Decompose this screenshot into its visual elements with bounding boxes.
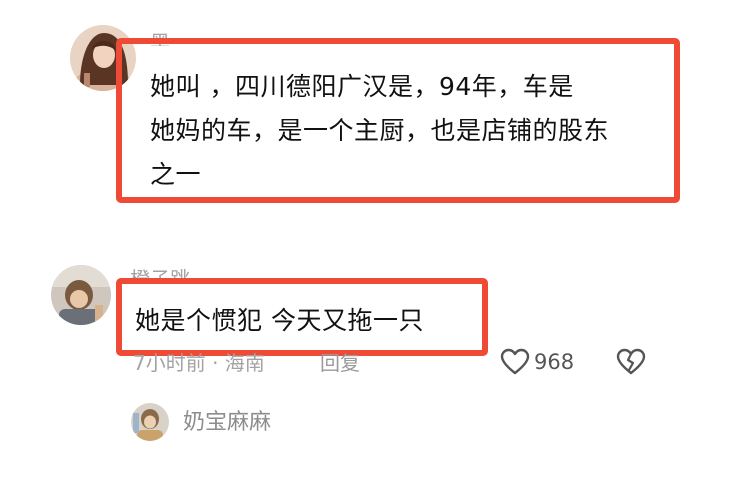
comment-meta-time-location: 7小时前 · 海南 — [133, 351, 265, 375]
heart-outline-icon — [500, 348, 530, 376]
reply-username[interactable]: 奶宝麻麻 — [183, 410, 271, 436]
dislike-button[interactable] — [616, 348, 646, 376]
highlight-box — [116, 278, 488, 356]
commenter-avatar[interactable] — [51, 265, 111, 325]
reply-user-avatar[interactable] — [131, 403, 169, 441]
like-button[interactable]: 968 — [500, 348, 574, 376]
like-count: 968 — [534, 350, 575, 374]
highlight-box — [116, 38, 680, 203]
reply-button[interactable]: 回复 — [320, 350, 360, 376]
broken-heart-icon — [616, 348, 646, 380]
